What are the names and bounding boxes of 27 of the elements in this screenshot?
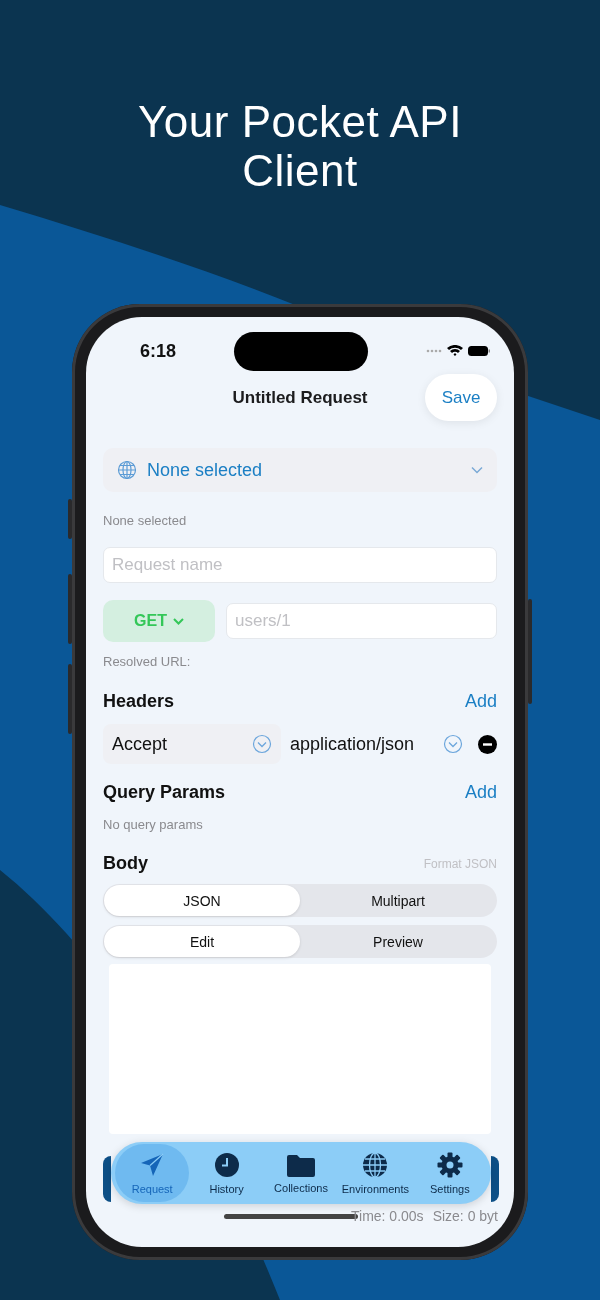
segment[interactable]: Preview [300, 926, 496, 957]
header-value-field[interactable]: application/json [281, 733, 478, 755]
environment-picker[interactable]: None selected [103, 448, 497, 492]
section-title: Query Params [103, 782, 226, 803]
add-button[interactable]: Add [464, 782, 497, 803]
screen-title: Untitled Request [232, 388, 368, 408]
tab[interactable]: Environments [338, 1144, 413, 1202]
tab[interactable]: Settings [412, 1144, 488, 1202]
header-key-field[interactable]: Accept [103, 724, 281, 764]
section-title: Body [103, 853, 148, 874]
section-title: Headers [103, 691, 175, 712]
segment[interactable]: JSON [104, 885, 300, 916]
response-time: Time: 0.00s [351, 1208, 424, 1224]
segment[interactable]: Multipart [300, 885, 496, 916]
headline: Your Pocket API Client [137, 97, 463, 195]
request-name-field[interactable]: Request name [103, 547, 497, 583]
add-button[interactable]: Add [464, 691, 497, 712]
status-time: 6:18 [140, 340, 178, 362]
save-button[interactable]: Save [425, 374, 497, 421]
resolved-url-label: Resolved URL: [103, 654, 192, 669]
empty-message: No query params [103, 817, 204, 832]
tab[interactable]: History [189, 1144, 264, 1202]
url-field[interactable]: users/1 [226, 603, 497, 639]
response-size: Size: 0 byt [432, 1208, 498, 1224]
environment-caption: None selected [103, 513, 188, 528]
segment[interactable]: Edit [104, 926, 300, 957]
tab[interactable]: Collections [263, 1144, 339, 1202]
